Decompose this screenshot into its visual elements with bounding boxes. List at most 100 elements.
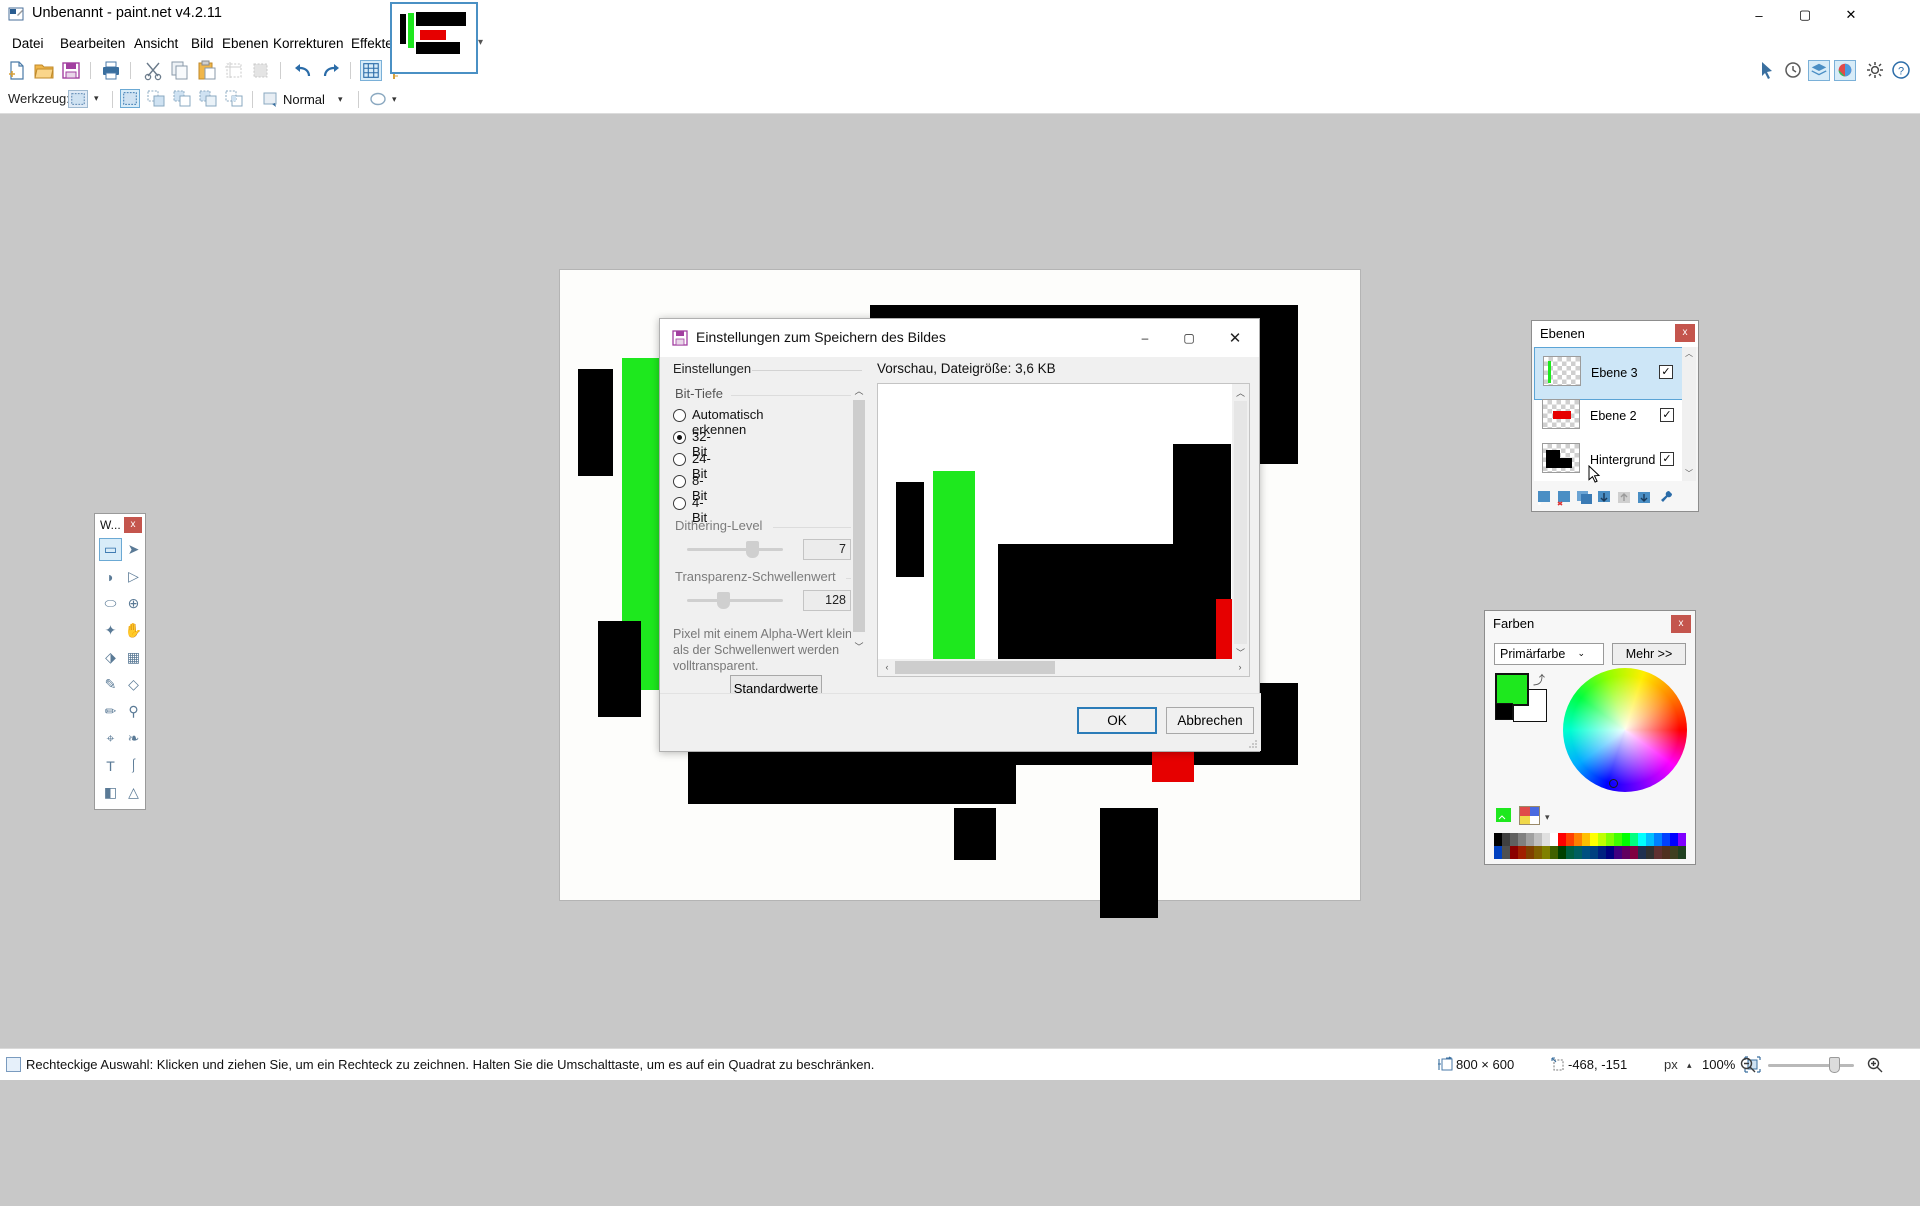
palette-swatch[interactable] xyxy=(1670,833,1678,846)
radio-32bit-indicator[interactable] xyxy=(673,431,686,444)
open-folder-icon[interactable] xyxy=(33,60,55,81)
move-layer-down-icon[interactable] xyxy=(1636,489,1654,506)
palette-swatch[interactable] xyxy=(1558,833,1566,846)
pencil-tool[interactable]: ✏ xyxy=(99,700,122,723)
palette-swatch[interactable] xyxy=(1542,833,1550,846)
transparency-slider-track[interactable] xyxy=(687,599,783,602)
move-layer-up-icon[interactable] xyxy=(1616,489,1634,506)
save-icon[interactable] xyxy=(60,60,82,81)
layer-properties-icon[interactable] xyxy=(1658,489,1676,506)
dithering-value-input[interactable]: 7 xyxy=(803,539,851,560)
antialiasing-caret[interactable]: ▾ xyxy=(392,94,397,105)
cancel-button[interactable]: Abbrechen xyxy=(1166,707,1254,734)
color-wheel-cursor[interactable] xyxy=(1609,779,1618,788)
menu-bild[interactable]: Bild xyxy=(185,34,220,53)
palette-swatch[interactable] xyxy=(1630,833,1638,846)
color-picker-tool[interactable]: ⚲ xyxy=(122,700,145,723)
secondary-color-small-swatch[interactable] xyxy=(1495,703,1513,720)
merge-layer-down-icon[interactable] xyxy=(1596,489,1614,506)
palette-swatch[interactable] xyxy=(1678,833,1686,846)
palette-swatch[interactable] xyxy=(1550,833,1558,846)
palette-swatch[interactable] xyxy=(1574,833,1582,846)
settings-gear-icon[interactable] xyxy=(1864,60,1886,81)
image-thumbnail[interactable] xyxy=(394,6,474,70)
lasso-select-tool[interactable]: ◗ xyxy=(99,565,122,588)
palette-swatch[interactable] xyxy=(1598,833,1606,846)
swap-colors-icon[interactable]: ⤴ xyxy=(1533,671,1545,688)
layers-scroll-up-icon[interactable]: ︿ xyxy=(1682,347,1696,361)
palette-swatch[interactable] xyxy=(1542,846,1550,859)
replace-selection-icon[interactable] xyxy=(120,89,140,108)
transparency-slider-thumb[interactable] xyxy=(717,592,730,609)
palette-swatch[interactable] xyxy=(1630,846,1638,859)
palette-swatch[interactable] xyxy=(1566,846,1574,859)
palette-swatch[interactable] xyxy=(1670,846,1678,859)
radio-24bit-indicator[interactable] xyxy=(673,453,686,466)
palette-swatch[interactable] xyxy=(1590,833,1598,846)
settings-scroll-down-icon[interactable]: ﹀ xyxy=(851,639,867,656)
palette-swatch[interactable] xyxy=(1606,846,1614,859)
palette-swatch[interactable] xyxy=(1502,846,1510,859)
delete-layer-icon[interactable] xyxy=(1556,489,1574,506)
new-file-icon[interactable] xyxy=(6,60,28,81)
zoom-out-icon[interactable] xyxy=(1739,1056,1757,1073)
settings-scrollbar[interactable]: ︿ ﹀ xyxy=(851,383,867,656)
text-tool[interactable]: T xyxy=(99,754,122,777)
move-selection-tool[interactable]: ▷ xyxy=(122,565,145,588)
chevron-down-icon[interactable]: ⌄ xyxy=(1577,648,1585,659)
palette-swatch[interactable] xyxy=(1662,846,1670,859)
dithering-slider-thumb[interactable] xyxy=(746,541,759,558)
palette-swatch[interactable] xyxy=(1662,833,1670,846)
palette-swatch[interactable] xyxy=(1526,833,1534,846)
color-wheel[interactable] xyxy=(1563,668,1687,792)
recolor-tool[interactable]: ❧ xyxy=(122,727,145,750)
palette-swatch[interactable] xyxy=(1614,833,1622,846)
zoom-slider-track[interactable] xyxy=(1768,1064,1854,1067)
settings-scroll-up-icon[interactable]: ︿ xyxy=(851,383,867,400)
colors-panel-icon[interactable] xyxy=(1834,60,1856,81)
palette-swatch[interactable] xyxy=(1510,846,1518,859)
gradient-tool[interactable]: ▦ xyxy=(122,646,145,669)
layers-panel-close-icon[interactable]: x xyxy=(1675,324,1695,342)
layers-scrollbar[interactable]: ︿ ﹀ xyxy=(1682,347,1696,481)
zoom-in-icon[interactable] xyxy=(1866,1056,1884,1073)
antialiasing-icon[interactable] xyxy=(368,90,388,108)
unit-caret-icon[interactable]: ▴ xyxy=(1687,1060,1692,1071)
paint-bucket-tool[interactable]: ⬗ xyxy=(99,646,122,669)
palette-swatch[interactable] xyxy=(1502,833,1510,846)
preview-box[interactable]: ︿ ﹀ ‹ › xyxy=(877,383,1250,677)
preview-vertical-scrollbar[interactable]: ︿ ﹀ xyxy=(1232,384,1249,661)
colors-panel-close-icon[interactable]: x xyxy=(1671,615,1691,633)
eraser-tool[interactable]: ◇ xyxy=(122,673,145,696)
palette-swatch[interactable] xyxy=(1494,833,1502,846)
palette-swatch[interactable] xyxy=(1598,846,1606,859)
palette-swatch[interactable] xyxy=(1622,833,1630,846)
recent-colors-icon[interactable] xyxy=(1495,807,1513,824)
clone-stamp-tool[interactable]: ⌖ xyxy=(99,727,122,750)
layer-row[interactable]: Hintergrund ✓ xyxy=(1534,435,1684,488)
close-button[interactable]: ✕ xyxy=(1828,0,1874,30)
tools-window-close-icon[interactable]: x xyxy=(124,517,142,533)
dialog-minimize-button[interactable]: – xyxy=(1123,319,1167,357)
settings-scrollbar-thumb[interactable] xyxy=(853,400,865,632)
unit-label[interactable]: px xyxy=(1664,1057,1678,1072)
history-icon[interactable] xyxy=(1782,60,1804,81)
color-palette[interactable] xyxy=(1494,833,1686,859)
radio-8bit-indicator[interactable] xyxy=(673,475,686,488)
shapes-tool-2[interactable]: △ xyxy=(122,781,145,804)
blend-mode-icon[interactable] xyxy=(262,90,280,108)
redo-icon[interactable] xyxy=(320,60,342,81)
preview-vscroll-thumb[interactable] xyxy=(1234,401,1247,644)
intersect-selection-icon[interactable] xyxy=(224,89,244,108)
layers-panel[interactable]: Ebenen x Ebene 3 ✓ Ebene 2 ✓ Hintergrund ✓ ︿ … xyxy=(1531,320,1699,512)
dialog-maximize-button[interactable]: ▢ xyxy=(1167,319,1211,357)
colors-panel[interactable]: Farben x Primärfarbe ⌄ Mehr >> ⤴ ▾ xyxy=(1484,610,1696,865)
palette-swatch[interactable] xyxy=(1638,833,1646,846)
palette-swatch[interactable] xyxy=(1518,846,1526,859)
paste-icon[interactable] xyxy=(196,60,218,81)
radio-auto-detect-indicator[interactable] xyxy=(673,409,686,422)
print-icon[interactable] xyxy=(100,60,122,81)
palette-swatch[interactable] xyxy=(1646,846,1654,859)
undo-icon[interactable] xyxy=(292,60,314,81)
palette-caret-icon[interactable]: ▾ xyxy=(1545,812,1550,823)
